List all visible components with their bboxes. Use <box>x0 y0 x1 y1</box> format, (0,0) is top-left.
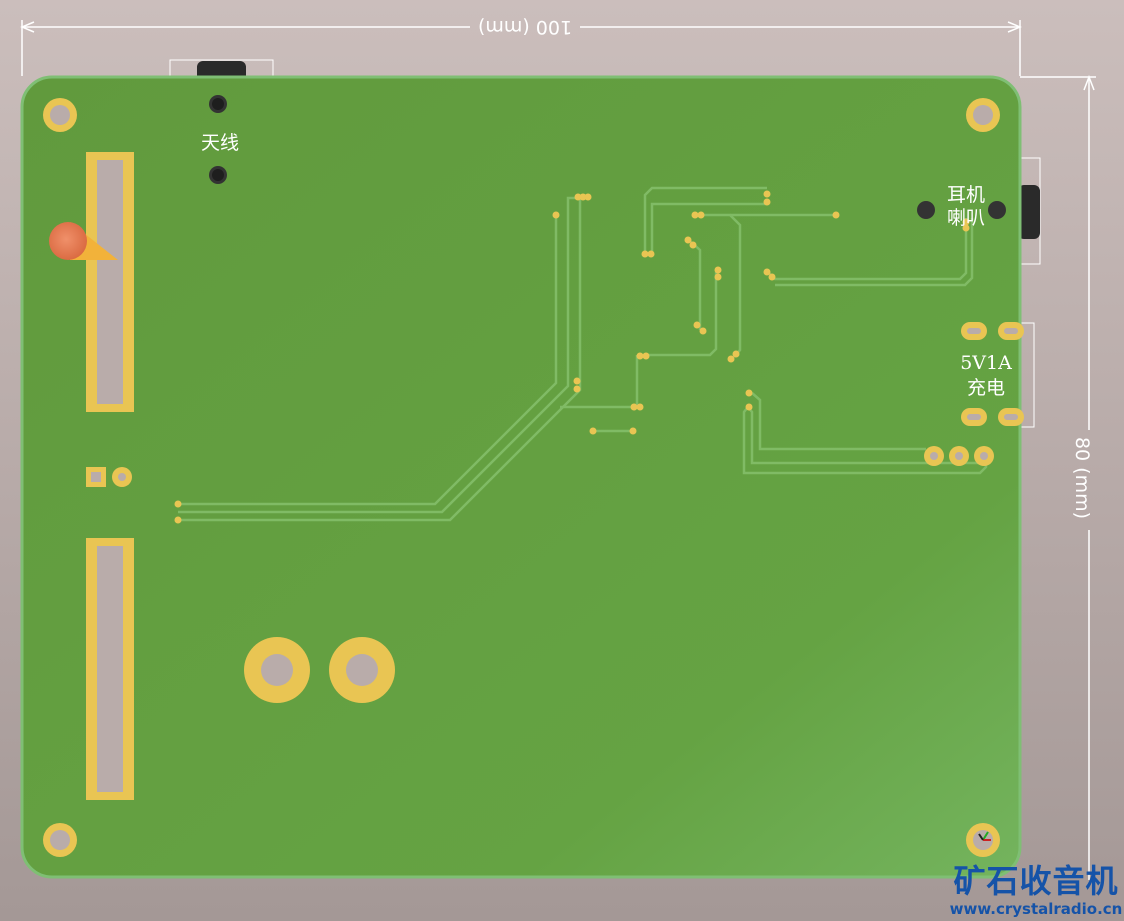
width-dimension-label: 100 (mm) <box>478 16 572 38</box>
large-pad <box>244 637 310 703</box>
top-slot <box>86 152 134 412</box>
oval-pad <box>998 408 1024 426</box>
watermark-logo: 矿石收音机 <box>953 862 1118 900</box>
headphone-label: 耳机 <box>947 184 985 206</box>
oval-pad <box>961 322 987 340</box>
power-spec-label: 5V1A <box>960 352 1012 374</box>
mounting-hole <box>966 98 1000 132</box>
bottom-slot <box>86 538 134 800</box>
watermark-url: www.crystalradio.cn <box>950 900 1123 918</box>
mounting-hole <box>43 98 77 132</box>
charge-label: 充电 <box>967 377 1005 399</box>
large-pad <box>329 637 395 703</box>
mounting-hole <box>43 823 77 857</box>
oval-pad <box>961 408 987 426</box>
height-dimension-label: 80 (mm) <box>1071 437 1093 519</box>
three-pin-pads <box>924 446 994 466</box>
pcb-diagram: 100 (mm) 80 (mm) 天线 耳机 喇叭 5V1A 充电 矿石收音机 … <box>20 16 1123 918</box>
oval-pad <box>998 322 1024 340</box>
pcb-board <box>20 75 1022 879</box>
antenna-label: 天线 <box>201 132 239 154</box>
speaker-label: 喇叭 <box>947 207 985 229</box>
